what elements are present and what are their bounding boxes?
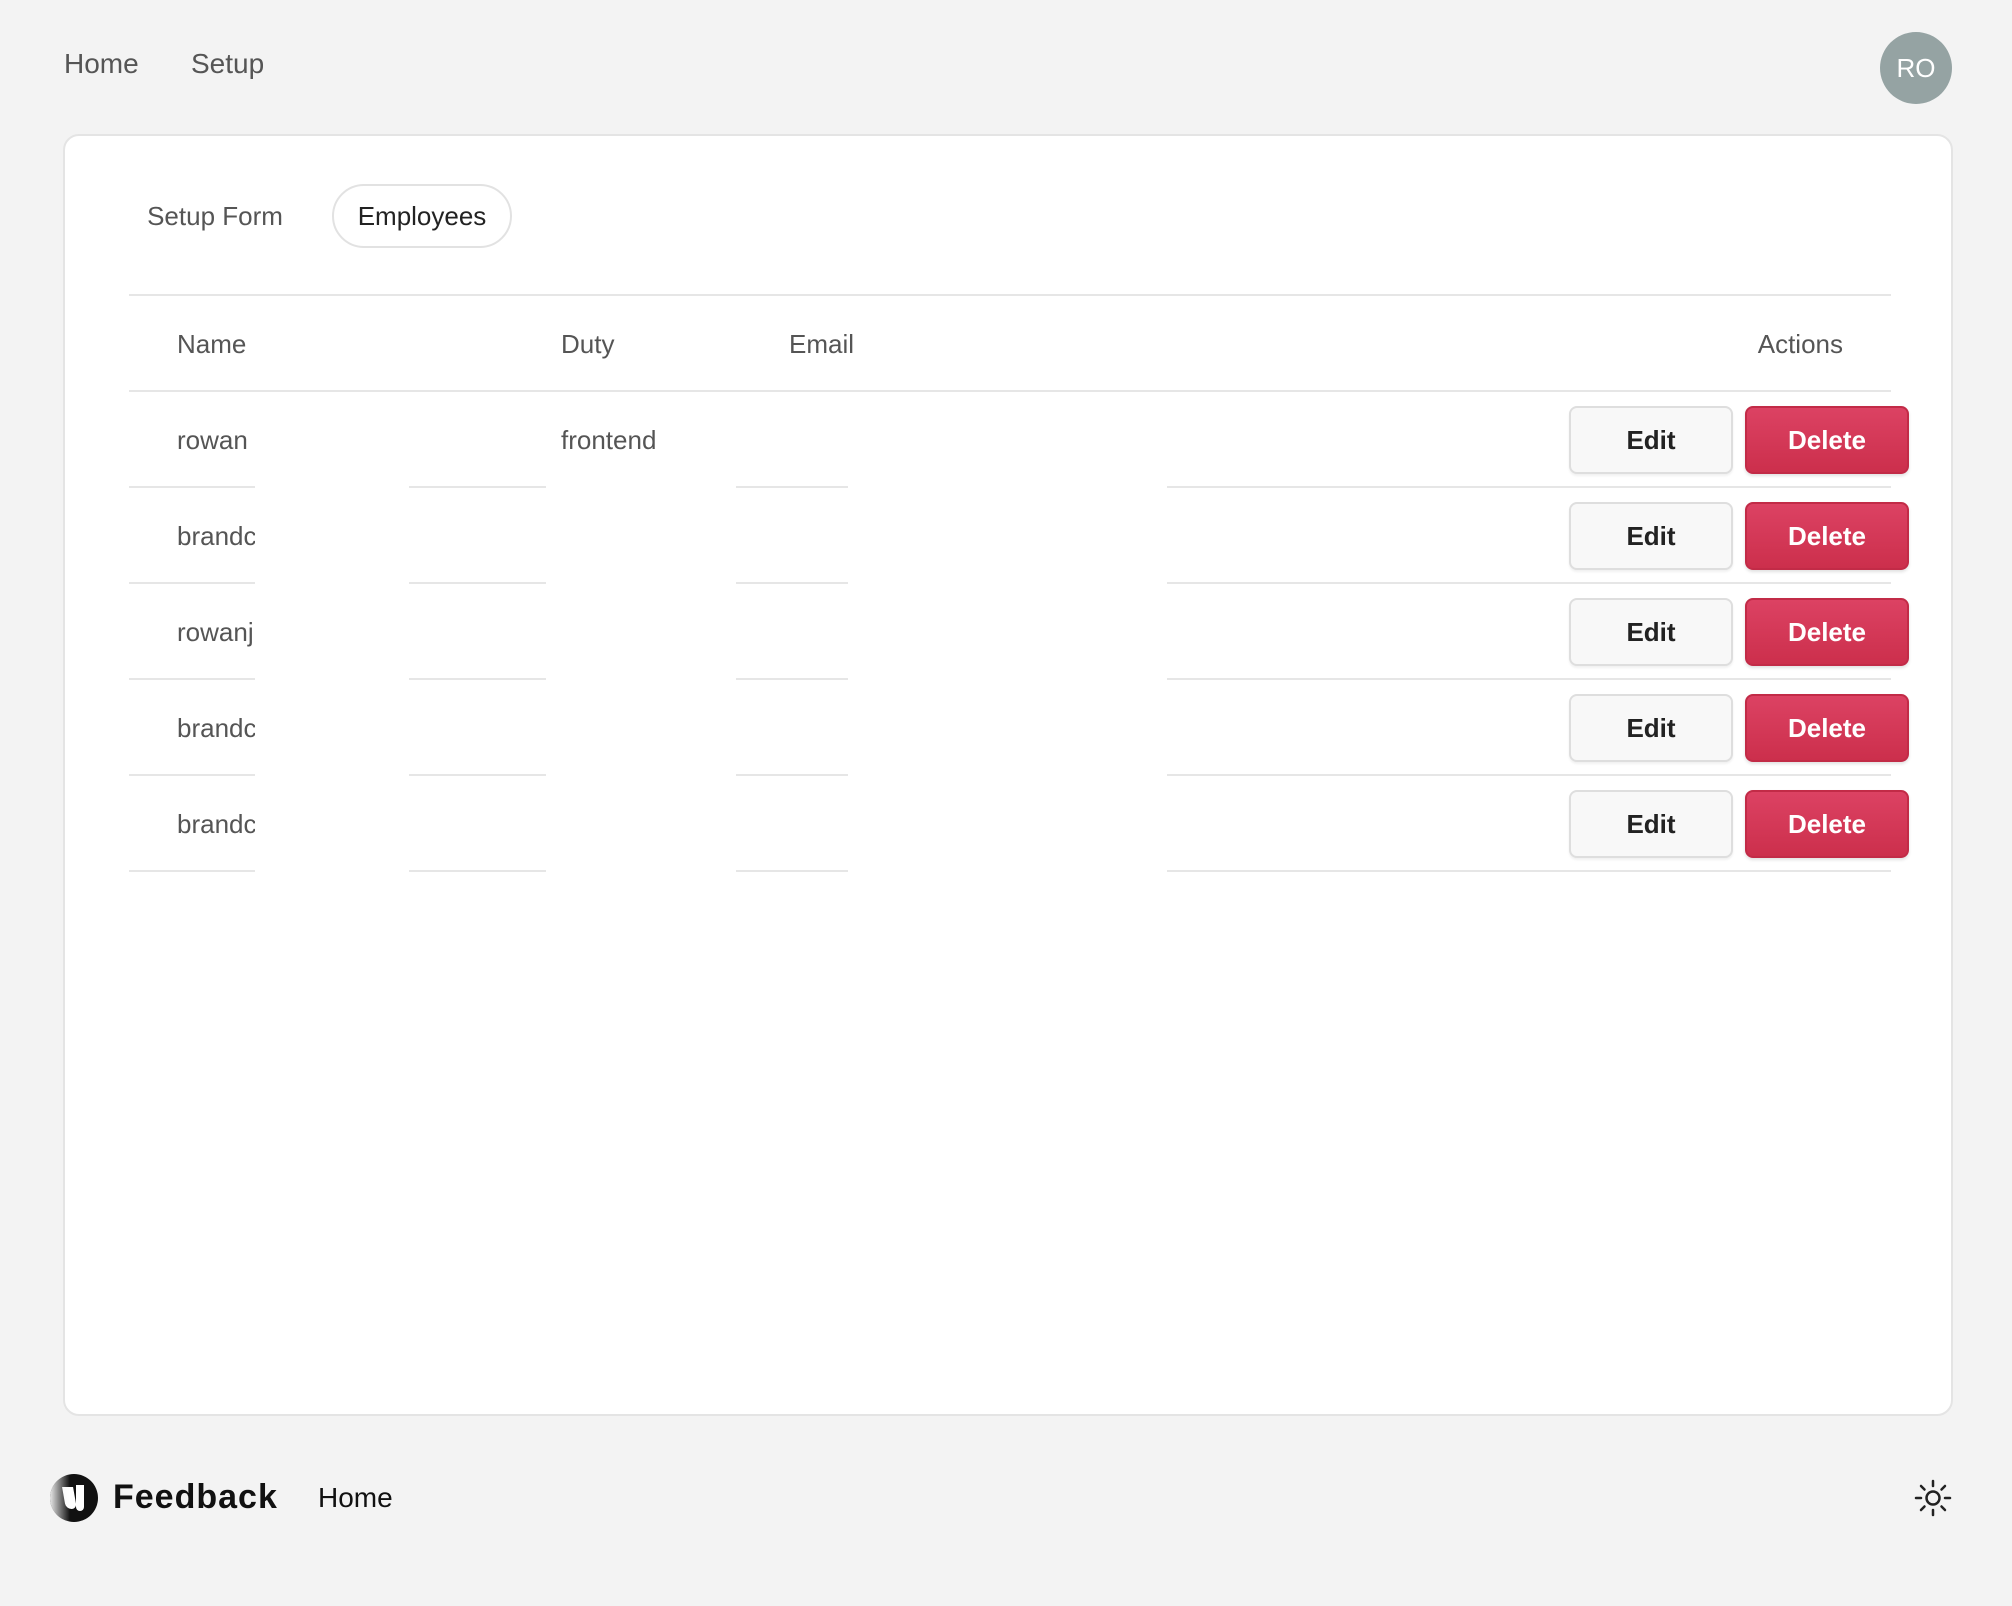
edit-button[interactable]: Edit: [1569, 790, 1733, 858]
tab-employees[interactable]: Employees: [332, 184, 512, 248]
employee-duty-cell: [561, 776, 671, 872]
delete-button[interactable]: Delete: [1745, 694, 1909, 762]
edit-button[interactable]: Edit: [1569, 598, 1733, 666]
delete-button[interactable]: Delete: [1745, 790, 1909, 858]
employee-duty-cell: [561, 488, 671, 584]
employee-duty-cell: [561, 680, 671, 776]
employee-name-cell: rowanj: [177, 616, 254, 647]
column-header-actions: Actions: [1757, 328, 1843, 359]
table-row: rowanj Edit Delete: [129, 584, 1909, 680]
row-divider: [1167, 870, 1891, 872]
row-divider: [129, 870, 255, 872]
delete-button[interactable]: Delete: [1745, 598, 1909, 666]
table-row: rowan frontend Edit Delete: [129, 392, 1909, 488]
logo-fade: [50, 1474, 70, 1522]
employee-name-cell: brandc: [177, 808, 255, 839]
employees-table: Name Duty Email Actions rowan frontend E…: [129, 294, 1909, 872]
employee-name-cell: brandc: [177, 712, 255, 743]
edit-button[interactable]: Edit: [1569, 502, 1733, 570]
column-header-name: Name: [177, 328, 247, 359]
nav-home-link[interactable]: Home: [64, 48, 139, 80]
sun-icon[interactable]: [1913, 1478, 1953, 1518]
row-divider: [409, 870, 546, 872]
table-row: brandc Edit Delete: [129, 488, 1909, 584]
edit-button[interactable]: Edit: [1569, 406, 1733, 474]
delete-button[interactable]: Delete: [1745, 502, 1909, 570]
logo-mark-right: [76, 1485, 84, 1511]
feedback-logo-icon: [50, 1474, 98, 1522]
column-header-email: Email: [789, 328, 855, 359]
employee-duty-cell: frontend: [561, 424, 657, 455]
table-row: brandc Edit Delete: [129, 776, 1909, 872]
table-row: brandc Edit Delete: [129, 680, 1909, 776]
footer: Feedback Home: [0, 1450, 2012, 1546]
employee-name-cell: brandc: [177, 520, 255, 551]
column-header-duty: Duty: [561, 328, 615, 359]
user-avatar[interactable]: RO: [1880, 32, 1952, 104]
brand-name[interactable]: Feedback: [113, 1478, 278, 1517]
employee-name-cell: rowan: [177, 424, 248, 455]
tab-setup-form[interactable]: Setup Form: [135, 184, 295, 248]
table-header-row: Name Duty Email Actions: [129, 296, 1891, 392]
top-navigation: Home Setup RO: [0, 0, 2012, 136]
row-divider: [736, 870, 848, 872]
footer-home-link[interactable]: Home: [318, 1482, 393, 1514]
edit-button[interactable]: Edit: [1569, 694, 1733, 762]
nav-setup-link[interactable]: Setup: [191, 48, 264, 80]
delete-button[interactable]: Delete: [1745, 406, 1909, 474]
employee-duty-cell: [561, 584, 671, 680]
main-card: Setup Form Employees Name Duty Email Act…: [63, 134, 1953, 1416]
